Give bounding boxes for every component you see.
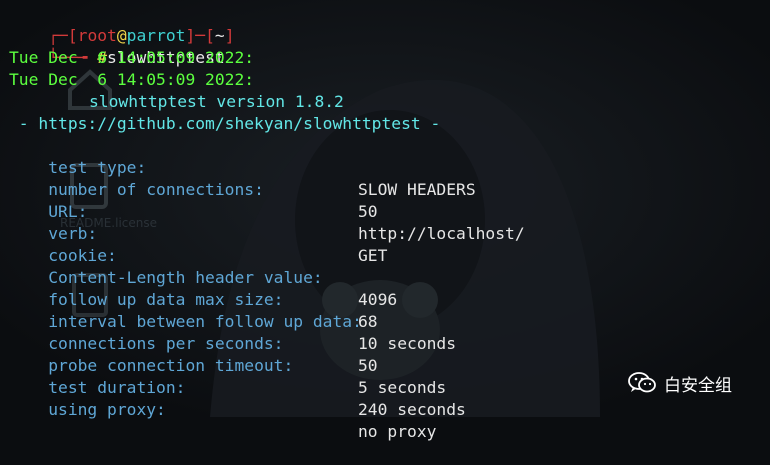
param-value: 50	[358, 356, 378, 375]
timestamp-line: Tue Dec 6 14:05:09 2022:	[9, 48, 255, 67]
param-row: interval between follow up data: 10 seco…	[9, 289, 456, 353]
param-value: 240 seconds	[358, 400, 466, 419]
desktop-icon-label: README.license	[60, 216, 158, 230]
watermark: 白安全组	[628, 369, 732, 397]
param-value: http://localhost/	[358, 224, 525, 243]
param-row: test duration: 240 seconds	[9, 355, 466, 419]
param-value: 4096	[358, 290, 398, 309]
prompt-line: ┌─[root@parrot]─[~]	[48, 26, 235, 45]
terminal-window[interactable]: ┌─[root@parrot]─[~] └──╼ #slowhttptest T…	[0, 0, 770, 441]
param-row: connections per seconds: 50	[9, 311, 377, 375]
param-value: SLOW HEADERS	[358, 180, 476, 199]
param-row: probe connection timeout: 5 seconds	[9, 333, 446, 397]
param-value: 10 seconds	[358, 334, 457, 353]
github-line: - https://github.com/shekyan/slowhttptes…	[9, 114, 441, 133]
param-value: GET	[358, 246, 388, 265]
watermark-text: 白安全组	[664, 375, 732, 396]
param-value: 50	[358, 202, 378, 221]
timestamp-line: Tue Dec 6 14:05:09 2022:	[9, 70, 255, 89]
wechat-icon	[628, 372, 656, 393]
command-line: └──╼ #slowhttptest	[48, 48, 225, 67]
param-value: no proxy	[358, 422, 437, 441]
version-line: slowhttptest version 1.8.2	[89, 92, 344, 111]
param-row: Content-Length header value: 4096	[9, 245, 397, 309]
param-row: follow up data max size: 68	[9, 267, 377, 331]
param-row: using proxy: no proxy	[9, 377, 436, 441]
param-row: number of connections: 50	[9, 157, 377, 221]
param-row: test type: SLOW HEADERS	[9, 135, 475, 199]
param-label: using proxy:	[48, 400, 166, 419]
param-row: URL: http://localhost/	[9, 179, 524, 243]
param-value: 5 seconds	[358, 378, 447, 397]
